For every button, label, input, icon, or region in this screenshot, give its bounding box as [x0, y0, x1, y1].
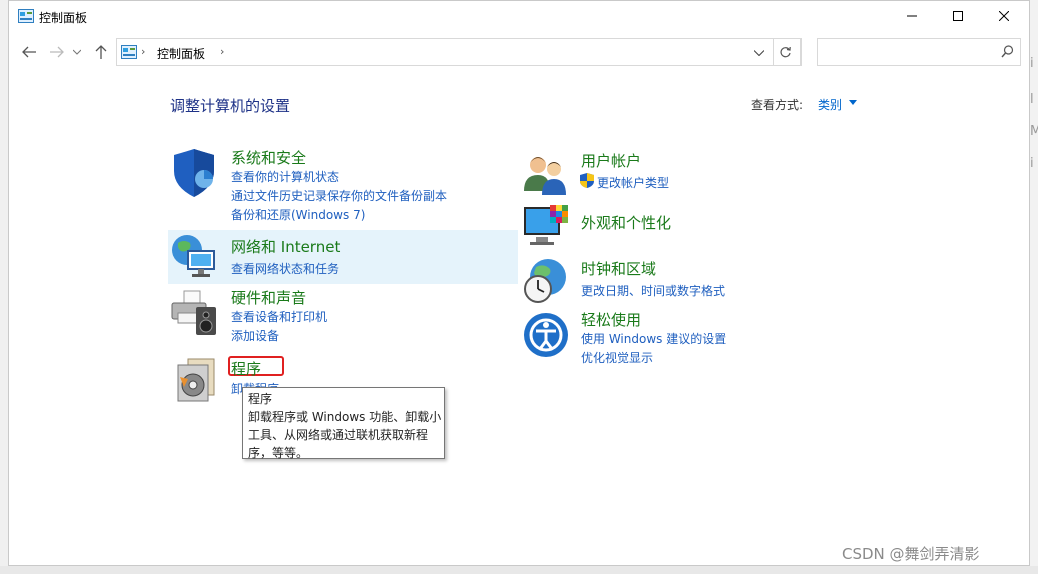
search-box[interactable]: [817, 38, 1021, 66]
search-input[interactable]: [822, 42, 996, 64]
forward-button[interactable]: [46, 41, 68, 63]
background-text-fragment: i: [1030, 56, 1034, 71]
minimize-button[interactable]: [889, 1, 935, 31]
chevron-down-icon: [754, 50, 764, 56]
window-title: 控制面板: [39, 11, 88, 25]
link-view-computer-status[interactable]: 查看你的计算机状态: [231, 168, 339, 185]
close-button[interactable]: [981, 1, 1027, 31]
ease-of-access-icon[interactable]: [522, 311, 570, 359]
page-title: 调整计算机的设置: [170, 97, 291, 115]
refresh-icon: [780, 46, 791, 57]
category-hardware-sound[interactable]: 硬件和声音: [231, 287, 306, 308]
link-optimize-visual-display[interactable]: 优化视觉显示: [581, 349, 653, 366]
desktop-left-edge: [0, 0, 8, 574]
search-icon: [1001, 45, 1014, 58]
view-by-label: 查看方式:: [751, 98, 804, 112]
address-history-dropdown[interactable]: [749, 44, 769, 62]
shield-icon[interactable]: [170, 149, 218, 197]
back-arrow-icon: [22, 46, 36, 58]
desktop-bottom-edge: [0, 566, 1038, 574]
link-change-account-type[interactable]: 更改帐户类型: [597, 174, 669, 191]
breadcrumb-separator[interactable]: ›: [141, 45, 145, 58]
up-button[interactable]: [90, 41, 112, 63]
maximize-button[interactable]: [935, 1, 981, 31]
breadcrumb-control-panel[interactable]: 控制面板: [157, 45, 205, 62]
uac-shield-icon: [580, 173, 594, 188]
recent-locations-button[interactable]: [70, 41, 84, 63]
maximize-icon: [953, 11, 963, 21]
control-panel-icon: [18, 9, 34, 23]
programs-disc-icon[interactable]: [174, 357, 222, 405]
link-backup-restore-win7[interactable]: 备份和还原(Windows 7): [231, 206, 365, 223]
clock-region-icon[interactable]: [522, 257, 570, 305]
caret-down-icon[interactable]: [849, 100, 857, 105]
link-change-date-time-format[interactable]: 更改日期、时间或数字格式: [581, 282, 725, 299]
forward-arrow-icon: [50, 46, 64, 58]
category-appearance-personalization[interactable]: 外观和个性化: [581, 212, 671, 233]
link-view-devices-printers[interactable]: 查看设备和打印机: [231, 308, 327, 325]
watermark-text: CSDN @舞剑弄清影: [842, 545, 980, 563]
link-use-recommended-settings[interactable]: 使用 Windows 建议的设置: [581, 330, 726, 347]
background-window-edge: [1030, 0, 1038, 574]
programs-tooltip: 程序 卸载程序或 Windows 功能、卸载小工具、从网络或通过联机获取新程序，…: [242, 387, 445, 460]
title-bar: 控制面板: [9, 1, 1029, 33]
address-bar[interactable]: › 控制面板 ›: [116, 38, 802, 66]
refresh-button[interactable]: [771, 38, 801, 66]
network-globe-icon[interactable]: [170, 233, 218, 281]
network-category-highlight: [168, 230, 518, 284]
link-view-network-status[interactable]: 查看网络状态和任务: [231, 260, 339, 277]
tooltip-title: 程序: [248, 392, 273, 406]
breadcrumb-separator[interactable]: ›: [220, 45, 224, 58]
category-clock-region[interactable]: 时钟和区域: [581, 258, 656, 279]
back-button[interactable]: [18, 41, 40, 63]
control-panel-window: 控制面板 › 控制面板 › 调整计算机的设置 查看方式: 类别 系统和安全 查看…: [8, 0, 1030, 566]
link-add-device[interactable]: 添加设备: [231, 327, 279, 344]
printer-speaker-icon[interactable]: [170, 289, 218, 337]
link-file-history-backup[interactable]: 通过文件历史记录保存你的文件备份副本: [231, 187, 447, 204]
category-programs[interactable]: 程序: [231, 358, 261, 379]
background-text-fragment: i: [1030, 156, 1034, 171]
control-panel-icon: [121, 45, 137, 59]
background-text-fragment: M: [1030, 124, 1038, 139]
view-by-dropdown[interactable]: 类别: [818, 96, 842, 113]
category-network-internet[interactable]: 网络和 Internet: [231, 236, 340, 257]
close-icon: [999, 11, 1009, 21]
category-user-accounts[interactable]: 用户帐户: [581, 150, 641, 171]
category-ease-of-access[interactable]: 轻松使用: [581, 309, 641, 330]
tooltip-description: 卸载程序或 Windows 功能、卸载小工具、从网络或通过联机获取新程序，等等。: [248, 410, 442, 460]
appearance-monitor-icon[interactable]: [522, 203, 570, 251]
minimize-icon: [907, 15, 917, 17]
background-text-fragment: l: [1030, 92, 1034, 107]
up-arrow-icon: [95, 45, 107, 59]
user-accounts-icon[interactable]: [522, 151, 570, 199]
chevron-down-icon: [73, 49, 81, 55]
category-system-security[interactable]: 系统和安全: [231, 147, 306, 168]
